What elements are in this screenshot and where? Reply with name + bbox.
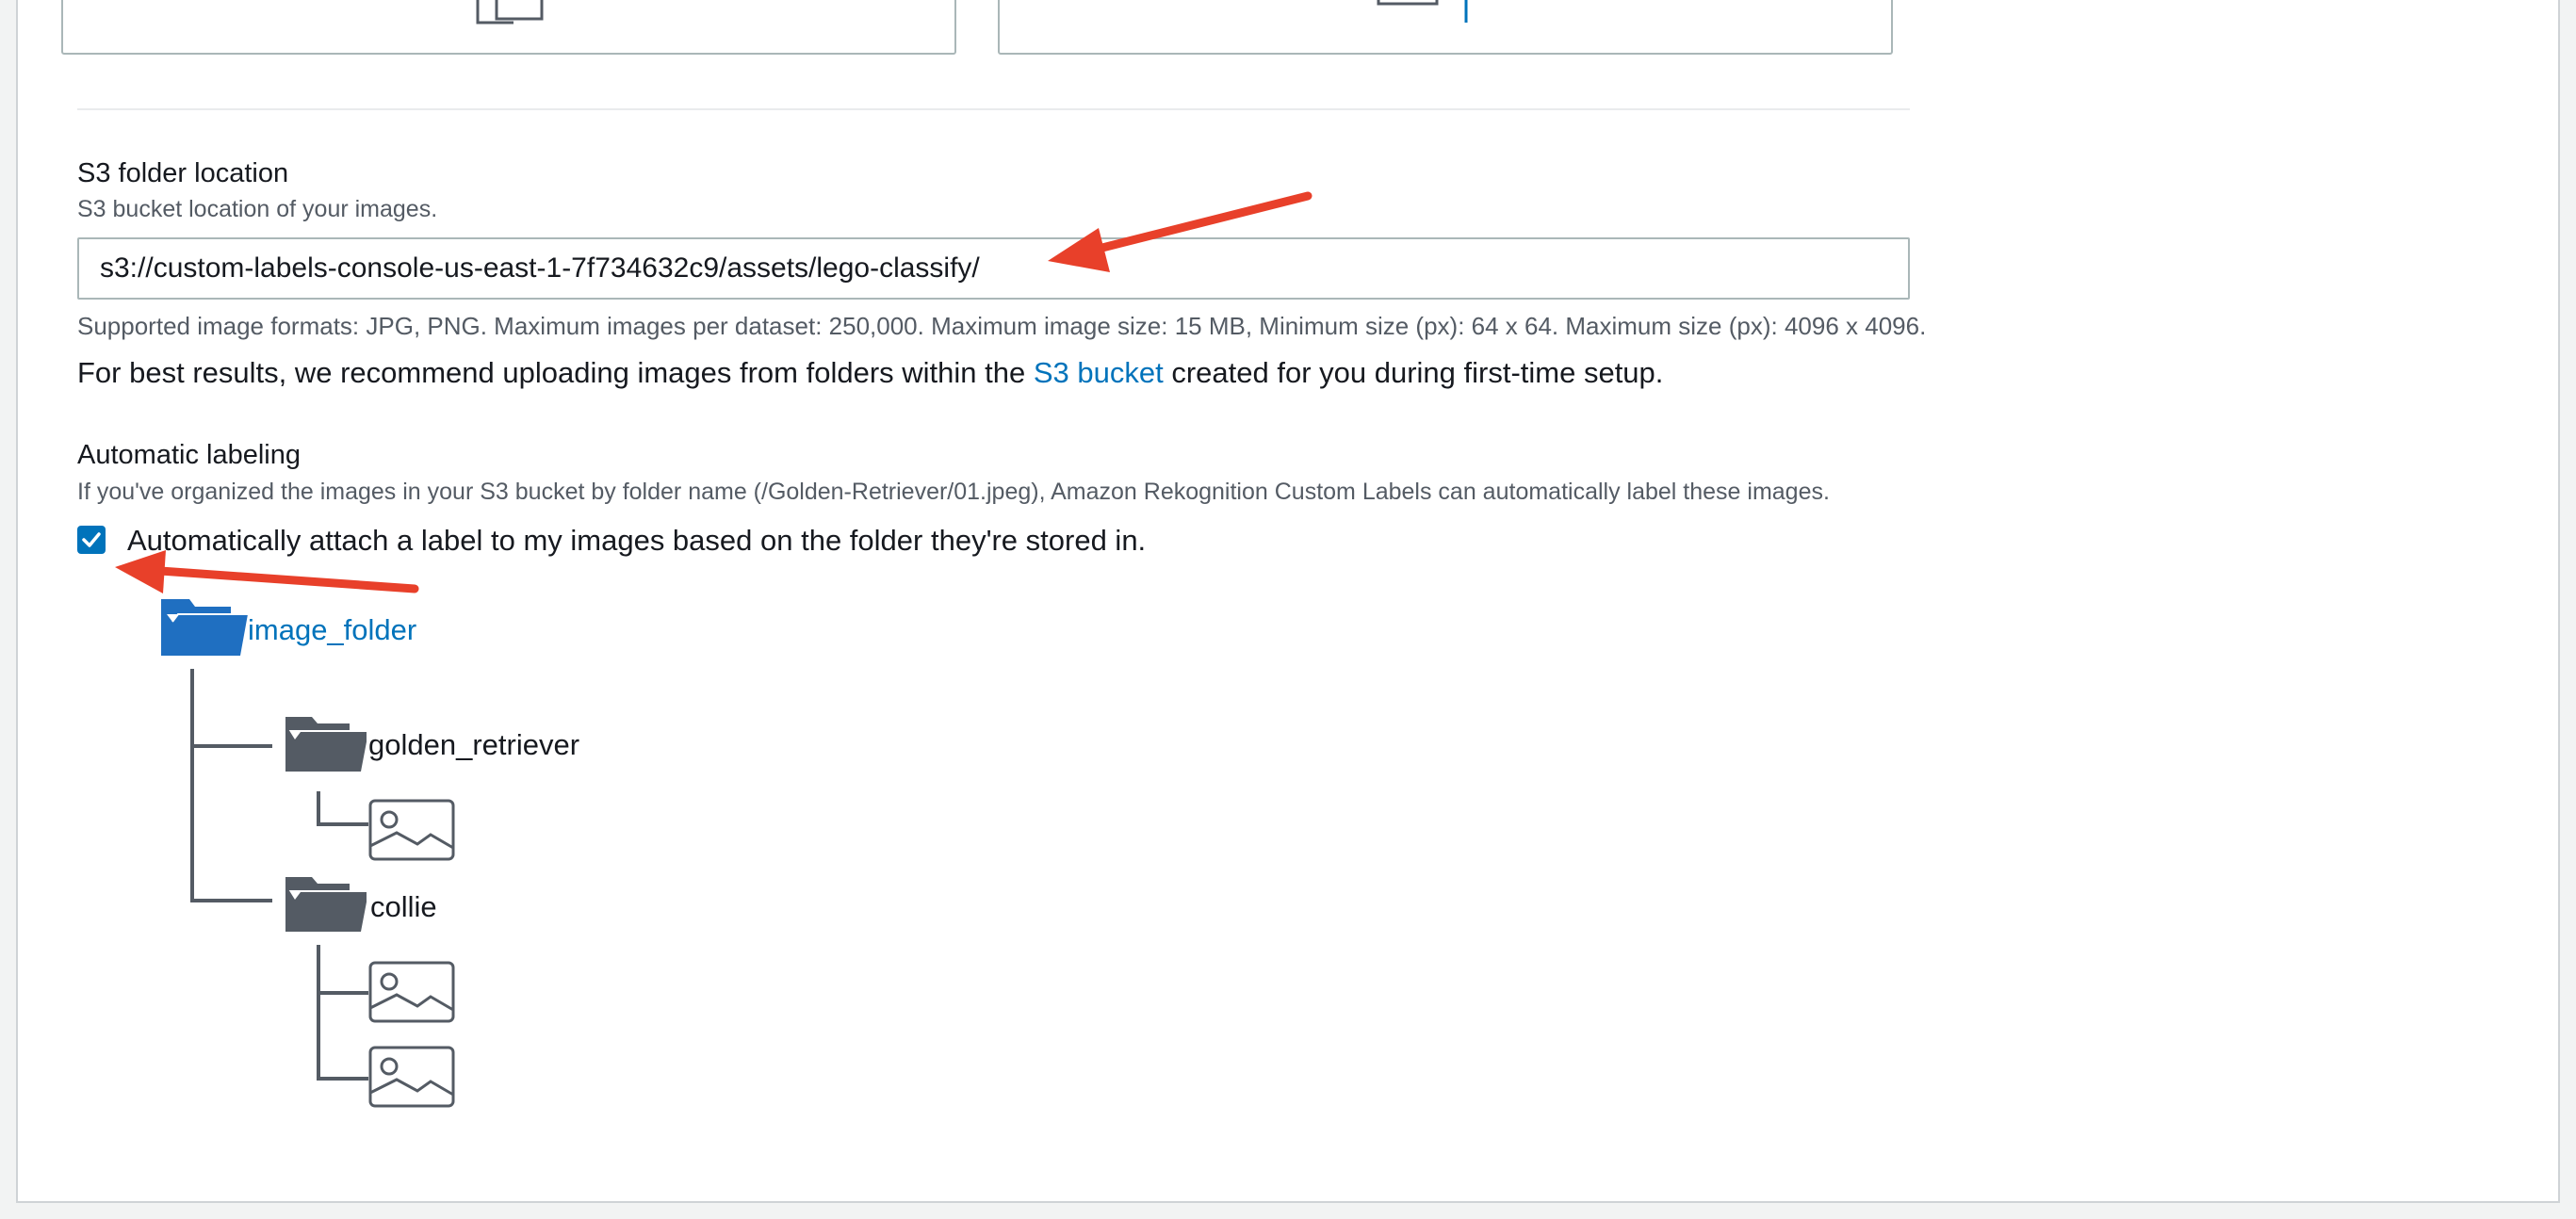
- s3-folder-description: S3 bucket location of your images.: [77, 196, 438, 222]
- folder-icon: [285, 717, 367, 772]
- folder-label-collie: collie: [370, 890, 437, 923]
- automatic-labeling-description: If you've organized the images in your S…: [77, 479, 1830, 505]
- formats-note: Supported image formats: JPG, PNG. Maxim…: [77, 312, 1927, 340]
- option-card-left[interactable]: [61, 0, 956, 55]
- image-icon: [368, 799, 455, 861]
- s3-folder-input-container[interactable]: [77, 237, 1910, 300]
- recommendation-text: For best results, we recommend uploading…: [77, 356, 1663, 390]
- recommendation-suffix: created for you during first-time setup.: [1163, 356, 1664, 389]
- folder-icon: [285, 877, 367, 932]
- root-folder-label: image_folder: [248, 613, 417, 646]
- image-icon: [368, 961, 455, 1023]
- s3-folder-input[interactable]: [79, 239, 1908, 298]
- upload-icon: [1377, 0, 1468, 23]
- s3-bucket-link[interactable]: S3 bucket: [1034, 356, 1164, 389]
- image-icon: [368, 1046, 455, 1108]
- dataset-config-panel: S3 folder location S3 bucket location of…: [16, 0, 2560, 1203]
- checkmark-icon: [82, 532, 101, 547]
- folder-label-golden-retriever: golden_retriever: [368, 728, 580, 761]
- section-divider: [77, 108, 1910, 110]
- recommendation-prefix: For best results, we recommend uploading…: [77, 356, 1034, 389]
- auto-label-checkbox[interactable]: [77, 526, 106, 554]
- automatic-labeling-label: Automatic labeling: [77, 440, 301, 470]
- option-card-right[interactable]: [998, 0, 1893, 55]
- auto-label-checkbox-label[interactable]: Automatically attach a label to my image…: [127, 524, 1146, 558]
- images-icon: [476, 0, 544, 24]
- s3-folder-label: S3 folder location: [77, 158, 289, 188]
